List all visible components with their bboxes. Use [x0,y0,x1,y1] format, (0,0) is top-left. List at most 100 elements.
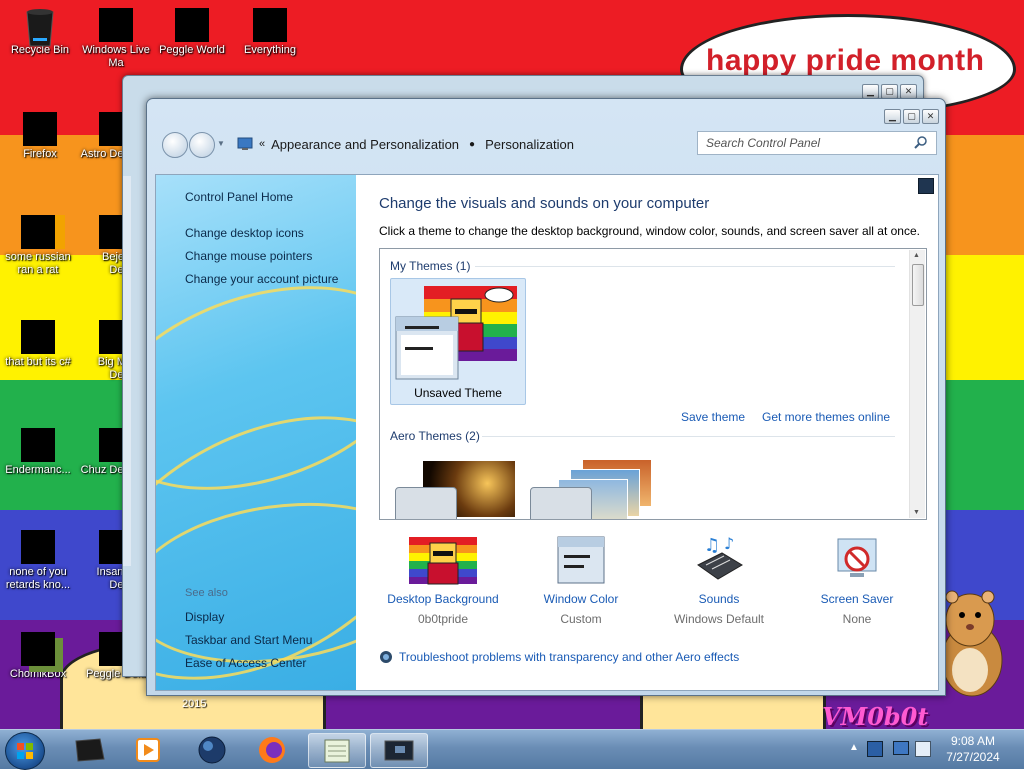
minimize-icon[interactable]: ▁ [862,84,879,99]
clock-date: 7/27/2024 [946,750,1000,764]
desktop-icon-peggle-world[interactable]: Peggle World [154,8,230,57]
network-icon[interactable] [867,741,883,757]
search-input[interactable]: Search Control Panel [697,131,937,155]
display-icon [384,740,414,761]
taskbar-app-media[interactable] [120,733,176,766]
maximize-icon[interactable]: ▢ [881,84,898,99]
svg-text:♪: ♪ [724,535,734,553]
theme-tile-aero-1[interactable] [395,459,517,519]
background-window-controls: ▁ ▢ ✕ [862,84,917,99]
firefox-icon [23,112,57,146]
scroll-up-icon[interactable]: ▲ [913,252,920,259]
themes-scrollbar[interactable]: ▲ ▼ [909,250,925,518]
sidebar: Control Panel Home Change desktop icons … [156,175,356,690]
breadcrumb-separator-icon[interactable]: ● [469,139,475,150]
page-description: Click a theme to change the desktop back… [379,224,920,238]
see-also-heading: See also [185,587,228,599]
aero-themes-header: Aero Themes (2) [390,429,480,443]
taskbar-app-globe[interactable] [184,733,240,766]
desktop-icon-none-of-you[interactable]: none of you retards kno... [0,530,76,592]
back-button[interactable] [162,132,188,158]
desktop-icon-windows-live[interactable]: Windows Live Ma [78,8,154,70]
theme-preview-image [395,286,517,380]
taskbar-app-notepad[interactable] [308,733,366,768]
desktop-icon-endermanch[interactable]: Endermanc... [0,428,76,477]
screen-saver-value: None [842,612,872,626]
themes-list[interactable]: My Themes (1) Unsaved Theme Save theme G… [379,248,927,520]
close-icon[interactable]: ✕ [900,84,917,99]
program-icon [99,8,133,42]
firefox-icon [259,737,285,763]
sidebar-link-account-picture[interactable]: Change your account picture [185,272,338,286]
desktop-icon-firefox[interactable]: Firefox [2,112,78,161]
get-more-themes-link[interactable]: Get more themes online [762,410,890,424]
start-button[interactable] [5,732,45,770]
taskbar-app-control-panel[interactable] [370,733,428,768]
forward-button[interactable] [189,132,215,158]
window-color-setting[interactable]: Window Color Custom [511,535,651,626]
help-icon[interactable] [918,178,934,194]
breadcrumb-personalization[interactable]: Personalization [485,137,574,152]
theme-tile-aero-2[interactable] [530,459,652,519]
personalization-window[interactable]: ▁ ▢ ✕ ▼ « Appearance and Personalization… [146,98,946,696]
sounds-setting[interactable]: ♫ ♪ Sounds Windows Default [649,534,789,626]
partial-desktop-label: 2015 [182,698,207,710]
screen-saver-icon [837,538,877,577]
navigation-bar: ▼ « Appearance and Personalization ● Per… [155,127,937,167]
speech-bubble-text: happy pride month [706,44,985,77]
globe-icon [198,736,226,764]
sidebar-link-control-panel-home[interactable]: Control Panel Home [185,190,293,204]
corner-watermark: VM0b0t [822,702,929,731]
address-bar[interactable]: « Appearance and Personalization ● Perso… [233,131,813,157]
taskbar-app-firefox[interactable] [244,733,300,766]
sidebar-link-desktop-icons[interactable]: Change desktop icons [185,226,304,240]
sidebar-link-display[interactable]: Display [185,610,224,624]
minimize-button[interactable]: ▁ [884,109,901,124]
window-content: Control Panel Home Change desktop icons … [155,174,939,691]
control-panel-icon [237,137,253,150]
monitor-tray-icon[interactable] [893,741,909,755]
scroll-down-icon[interactable]: ▼ [913,509,920,516]
media-player-icon [136,738,160,762]
recycle-bin-icon [23,8,57,47]
desktop-background-setting[interactable]: Desktop Background 0b0tpride [373,535,513,626]
scroll-thumb[interactable] [912,264,924,306]
desktop-icon-chomikbox[interactable]: ChomikBox [0,632,76,681]
show-hidden-icons-icon[interactable]: ▲ [849,742,859,753]
screen-saver-setting[interactable]: Screen Saver None [787,535,927,626]
desktop-icon-that-but-its-c[interactable]: that but its c# [0,320,76,369]
my-themes-header: My Themes (1) [390,259,471,273]
windows-logo-icon [17,743,33,759]
clock[interactable]: 9:08 AM 7/27/2024 [928,733,1018,765]
overflow-chevron-icon[interactable]: « [259,138,265,150]
shortcut-icon [21,320,55,354]
troubleshoot-link[interactable]: Troubleshoot problems with transparency … [379,650,739,664]
recent-pages-icon[interactable]: ▼ [217,139,225,148]
desktop-icon-recycle-bin[interactable]: Recycle Bin [2,8,78,57]
close-button[interactable]: ✕ [922,109,939,124]
save-theme-link[interactable]: Save theme [681,410,745,424]
maximize-button[interactable]: ▢ [903,109,920,124]
sidebar-link-mouse-pointers[interactable]: Change mouse pointers [185,249,312,263]
app-monitor-icon [75,738,105,762]
desktop-icon-everything[interactable]: Everything [232,8,308,57]
svg-text:♫: ♫ [704,535,720,556]
desktop-background-icon [409,537,477,585]
sounds-icon: ♫ ♪ [697,534,743,580]
desktop-icon-some-russian[interactable]: some russian ran a rat [0,215,76,277]
program-icon [21,530,55,564]
sidebar-link-ease-of-access[interactable]: Ease of Access Center [185,656,306,670]
breadcrumb-appearance[interactable]: Appearance and Personalization [271,137,459,152]
sidebar-link-taskbar[interactable]: Taskbar and Start Menu [185,633,312,647]
sounds-label: Sounds [698,592,740,606]
window-color-value: Custom [560,612,602,626]
sounds-value: Windows Default [673,612,765,626]
taskbar-app-1[interactable] [62,733,118,766]
taskbar: ▲ 9:08 AM 7/27/2024 [0,729,1024,770]
window-color-icon [557,536,605,584]
theme-tile-unsaved[interactable]: Unsaved Theme [390,278,526,405]
clock-time: 9:08 AM [950,734,996,748]
search-icon [253,8,287,42]
main-panel: Change the visuals and sounds on your co… [356,175,938,690]
desktop-background-label: Desktop Background [387,592,499,606]
